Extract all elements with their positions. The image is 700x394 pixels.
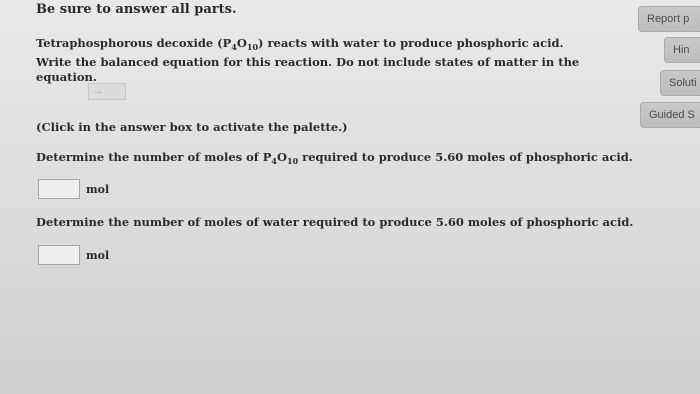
part1-text: Determine the number of moles of P	[36, 150, 272, 164]
solution-button[interactable]: Soluti	[660, 70, 700, 96]
part2-answer-input[interactable]	[38, 245, 80, 265]
part1-text: O	[276, 150, 287, 164]
report-problem-button[interactable]: Report p	[638, 6, 700, 32]
equation-answer-box[interactable]: →	[88, 83, 126, 100]
subscript: 10	[246, 42, 259, 52]
part1-text: required to produce 5.60 moles of phosph…	[298, 150, 633, 164]
part1-question: Determine the number of moles of P4O10 r…	[36, 150, 633, 166]
question-text: Tetraphosphorous decoxide (P4O10) reacts…	[36, 36, 596, 85]
hint-button[interactable]: Hin	[664, 37, 700, 63]
part2-unit-label: mol	[86, 249, 110, 262]
question-text-part: Tetraphosphorous decoxide (P	[36, 36, 232, 50]
subscript: 10	[287, 156, 299, 166]
palette-note: (Click in the answer box to activate the…	[36, 120, 348, 134]
part1-unit-label: mol	[86, 183, 110, 196]
guided-solution-button[interactable]: Guided S	[640, 102, 700, 128]
part1-answer-input[interactable]	[38, 179, 80, 199]
instructions-heading: Be sure to answer all parts.	[36, 2, 237, 17]
question-text-part: O	[236, 36, 247, 50]
question-page: Be sure to answer all parts. Tetraphosph…	[0, 0, 640, 394]
part2-question: Determine the number of moles of water r…	[36, 215, 634, 229]
